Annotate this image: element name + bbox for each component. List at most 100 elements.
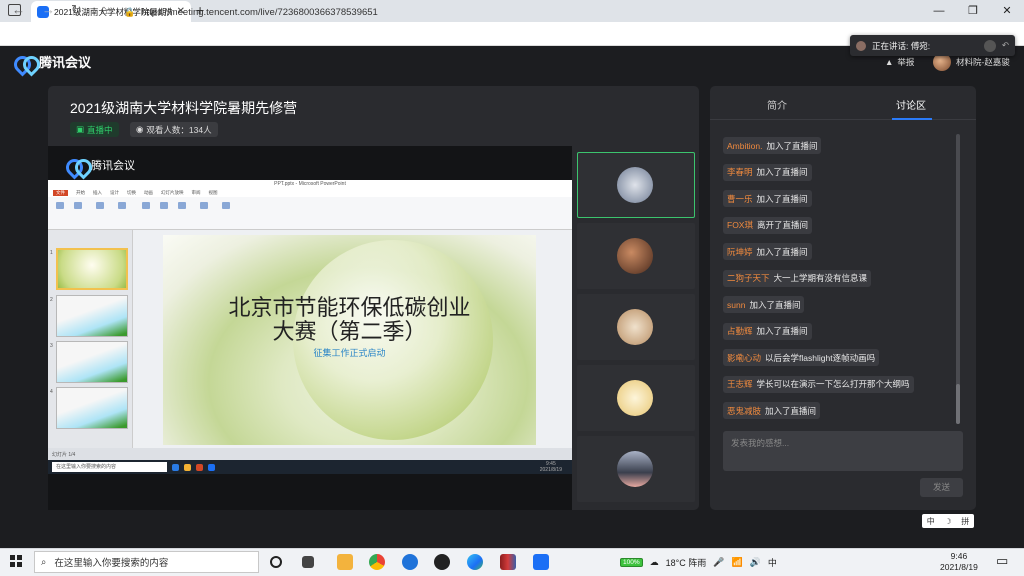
speaking-indicator: 正在讲话: 傅宛: ↶ xyxy=(850,35,1015,56)
moon-icon[interactable]: ☽ xyxy=(944,517,951,526)
chat-text: 加入了直播间 xyxy=(756,326,808,336)
chat-scrollbar-thumb[interactable] xyxy=(956,384,960,424)
participant-avatar xyxy=(617,238,653,274)
chat-message: 恶鬼减肢 加入了直播间 xyxy=(723,402,821,419)
tab-discussion[interactable]: 讨论区 xyxy=(896,97,926,112)
chat-text: 以后会学flashlight逐帧动画吗 xyxy=(765,352,876,363)
chat-username[interactable]: 影嘞心动 xyxy=(727,352,761,364)
network-icon[interactable]: 📶 xyxy=(731,557,742,568)
chat-username[interactable]: 占勤辉 xyxy=(727,325,753,337)
chat-input[interactable]: 发表我的感想... xyxy=(723,431,963,471)
ie-icon[interactable] xyxy=(402,554,418,570)
forward-icon[interactable]: → xyxy=(42,2,55,17)
chat-text: 加入了直播间 xyxy=(749,299,801,310)
tencent-meeting-logo-icon xyxy=(66,159,86,171)
chat-username[interactable]: 王志辉 xyxy=(727,378,753,390)
ppt-window-title: PPT.pptx - Microsoft PowerPoint xyxy=(48,180,572,189)
warning-icon: ▲ xyxy=(885,57,894,67)
ppt-menu-item[interactable]: 动画 xyxy=(144,190,153,196)
chat-message: 二狗子天下 大一上学期有没有信息课 xyxy=(723,269,872,287)
participant-avatar xyxy=(617,451,653,487)
chat-scrollbar[interactable] xyxy=(956,134,960,424)
ime-pinyin[interactable]: 拼 xyxy=(961,516,969,527)
close-window-icon[interactable]: ✕ xyxy=(990,0,1024,22)
ppt-menu-item[interactable]: 切换 xyxy=(127,190,136,196)
app-logo-text: 腾讯会议 xyxy=(39,55,92,70)
file-explorer-icon[interactable] xyxy=(337,554,353,570)
live-status-badge: ▣ 直播中 xyxy=(70,122,119,137)
shared-search-box: 在这里输入你要搜索的内容 xyxy=(52,462,167,472)
task-view-icon[interactable] xyxy=(302,556,314,568)
window-controls: — ❐ ✕ xyxy=(922,0,1024,22)
back-icon[interactable]: ← xyxy=(12,2,25,17)
viewer-count: 观看人数：134人 xyxy=(146,124,212,135)
url-field[interactable]: 🔒 https://meeting.tencent.com/live/72368… xyxy=(124,3,844,21)
chat-username[interactable]: FOX琪 xyxy=(727,219,753,231)
chat-text: 加入了直播间 xyxy=(756,246,808,257)
battery-indicator[interactable]: 100% xyxy=(620,557,643,567)
ribbon-button-icon xyxy=(56,202,64,209)
weather-icon[interactable]: ☁ xyxy=(650,557,659,568)
chat-message: Ambition. 加入了直播间 xyxy=(723,137,822,154)
ppt-menu-item[interactable]: 设计 xyxy=(110,190,119,196)
ppt-menu-item[interactable]: 视图 xyxy=(209,190,218,196)
ime-icon[interactable]: 中 xyxy=(768,556,777,569)
tencent-meeting-taskbar-icon[interactable] xyxy=(533,554,549,570)
qq-icon[interactable] xyxy=(434,554,450,570)
ppt-menu-item[interactable]: 开始 xyxy=(76,190,85,196)
volume-icon[interactable]: 🔊 xyxy=(750,557,761,568)
system-tray: 100% ☁ 18°C 阵雨 🎤 📶 🔊 中 xyxy=(620,549,777,575)
clock-date: 2021/8/19 xyxy=(940,562,978,572)
ppt-menu-item[interactable]: 插入 xyxy=(93,190,102,196)
windows-start-icon[interactable] xyxy=(10,555,22,567)
chat-username[interactable]: 李春明 xyxy=(727,166,753,178)
ppt-menu-item[interactable]: 审阅 xyxy=(192,190,201,196)
report-button[interactable]: ▲ 举报 xyxy=(885,56,914,68)
ppt-status-bar: 幻灯片 1/4 xyxy=(48,448,572,460)
winrar-icon[interactable] xyxy=(500,554,516,570)
refresh-icon[interactable]: ↻ xyxy=(71,2,82,18)
edge-icon[interactable] xyxy=(467,554,483,570)
participant-avatar xyxy=(617,167,653,203)
chat-username[interactable]: Ambition. xyxy=(727,141,762,151)
slide-thumbnail[interactable] xyxy=(56,387,128,429)
ime-toolbar[interactable]: 中 ☽ 拼 xyxy=(922,514,974,528)
chat-text: 学长可以在演示一下怎么打开那个大纲吗 xyxy=(756,379,910,389)
user-name: 材料院-赵嘉骏 xyxy=(956,57,1010,67)
undo-icon[interactable]: ↶ xyxy=(1002,40,1009,51)
ribbon-button-icon xyxy=(178,202,186,209)
ppt-menu-item[interactable]: 文件 xyxy=(53,190,68,196)
cortana-icon[interactable] xyxy=(270,556,282,568)
chat-text: 加入了直播间 xyxy=(756,167,808,177)
ppt-menu-item[interactable]: 幻灯片放映 xyxy=(161,190,184,196)
chat-text: 加入了直播间 xyxy=(765,405,817,416)
chat-message: 曹一乐 加入了直播间 xyxy=(723,190,812,207)
lock-icon: 🔒 xyxy=(124,6,136,17)
send-button[interactable]: 发送 xyxy=(920,478,963,497)
thumb-number: 2 xyxy=(50,297,53,303)
maximize-icon[interactable]: ❐ xyxy=(956,0,990,22)
slide-title-line-2: 大赛（第二季） xyxy=(272,319,427,344)
thumb-number: 4 xyxy=(50,389,53,395)
thumb-number: 3 xyxy=(50,343,53,349)
chat-username[interactable]: 二狗子天下 xyxy=(727,272,770,284)
live-status-label: 直播中 xyxy=(87,124,113,135)
chat-username[interactable]: 阮坤婷 xyxy=(727,246,753,258)
chat-username[interactable]: sunn xyxy=(727,300,745,310)
chrome-icon[interactable] xyxy=(369,554,385,570)
home-icon[interactable]: ⌂ xyxy=(100,2,108,17)
chat-username[interactable]: 恶鬼减肢 xyxy=(727,405,761,417)
slide-thumbnail[interactable] xyxy=(56,341,128,383)
minimize-icon[interactable]: — xyxy=(922,0,956,22)
slide-thumbnail[interactable] xyxy=(56,295,128,337)
ime-mode[interactable]: 中 xyxy=(927,516,935,527)
slide-thumbnail[interactable] xyxy=(56,248,128,290)
system-clock[interactable]: 9:46 2021/8/19 xyxy=(940,551,978,573)
notification-icon[interactable]: ▭ xyxy=(996,553,1008,569)
taskbar-search-box[interactable]: ⌕ 在这里输入你要搜索的内容 xyxy=(34,551,259,573)
microphone-icon[interactable]: 🎤 xyxy=(713,557,724,568)
speaker-icon xyxy=(856,40,866,51)
tab-intro[interactable]: 简介 xyxy=(767,97,787,112)
weather-text[interactable]: 18°C 阵雨 xyxy=(666,556,707,569)
chat-username[interactable]: 曹一乐 xyxy=(727,193,753,205)
